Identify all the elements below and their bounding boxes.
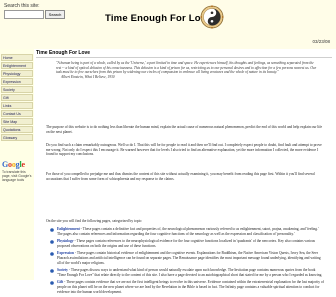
paragraph-claim: Do you find such a claim remarkably outr… — [46, 143, 322, 157]
sidebar-item-gift[interactable]: Gift — [1, 94, 33, 101]
sidebar-item-quotations[interactable]: Quotations — [1, 126, 33, 133]
google-logo[interactable]: Google — [2, 160, 25, 169]
topic-link-society[interactable]: Society — [57, 268, 68, 272]
last-updated-date: 03/23/08 — [312, 39, 330, 44]
topic-list: Enlightenment - These pages contain a de… — [50, 227, 324, 297]
site-title: Time Enough For Love — [105, 13, 212, 24]
einstein-quote: "A human being is part of a whole, calle… — [56, 61, 318, 79]
google-translate-note[interactable]: To translate this page, visit Google's l… — [2, 170, 34, 182]
topic-desc-physiology: - These pages contain references to the … — [57, 239, 316, 248]
sidebar-item-links[interactable]: Links — [1, 102, 33, 109]
sidebar-item-enlightenment[interactable]: Enlightenment — [1, 62, 33, 69]
sidebar-item-contact[interactable]: Contact Us — [1, 110, 33, 117]
quote-attribution: Albert Einstein, What I Believe, 1930 — [61, 74, 115, 79]
bullet-icon — [50, 281, 54, 285]
page: Search this site: Search Time Enough For… — [0, 0, 336, 294]
search-label: Search this site: — [4, 3, 40, 9]
bullet-icon — [50, 239, 54, 244]
paragraph-prejudge: For those of you compelled to prejudge m… — [46, 172, 315, 181]
sidebar-item-physiology[interactable]: Physiology — [1, 70, 33, 77]
bullet-icon — [50, 227, 54, 232]
topic-link-physiology[interactable]: Physiology — [57, 239, 74, 243]
header-banner: Search this site: Search Time Enough For… — [0, 0, 336, 49]
topic-expression: Expression - These pages contain histori… — [50, 251, 324, 265]
sidebar-item-home[interactable]: Home — [1, 54, 33, 61]
topic-link-enlightenment[interactable]: Enlightenment — [57, 227, 80, 231]
quote-text: "A human being is part of a whole, calle… — [56, 61, 317, 75]
sidebar-item-expression[interactable]: Expression — [1, 78, 33, 85]
yin-yang-emblem-icon — [200, 5, 224, 29]
bullet-icon — [50, 252, 54, 256]
topic-gift: Gift - These pages contain evidence that… — [50, 280, 324, 294]
sidebar: Home Enlightenment Physiology Expression… — [0, 49, 34, 280]
sidebar-item-sitemap[interactable]: Site Map — [1, 118, 33, 125]
topic-desc-society: - These pages discuss ways to understand… — [57, 268, 323, 277]
topic-physiology: Physiology - These pages contain referen… — [50, 239, 324, 248]
sidebar-item-glossary[interactable]: Glossary — [1, 134, 33, 141]
topic-enlightenment: Enlightenment - These pages contain a de… — [50, 227, 324, 236]
search-input[interactable] — [4, 10, 44, 19]
page-heading-text: Time Enough For Love — [36, 50, 91, 56]
sidebar-item-society[interactable]: Society — [1, 86, 33, 93]
topics-intro: On the site you will find the following … — [46, 219, 143, 223]
heading-divider — [36, 57, 332, 58]
topic-link-expression[interactable]: Expression — [57, 251, 74, 255]
topic-society: Society - These pages discuss ways to un… — [50, 268, 324, 277]
topic-desc-gift: - These pages contain evidence that we a… — [57, 280, 324, 294]
paragraph-purpose: The purpose of this website is to do not… — [46, 125, 323, 134]
page-heading: Time Enough For Love — [36, 50, 90, 56]
topic-desc-expression: - These pages contain historical evidenc… — [57, 251, 321, 265]
search-button[interactable]: Search — [45, 10, 65, 19]
topic-desc-enlightenment: - These pages contain a definitive fact … — [57, 227, 319, 236]
topic-link-gift[interactable]: Gift — [57, 280, 63, 284]
sidebar-nav: Home Enlightenment Physiology Expression… — [1, 54, 33, 142]
bullet-icon — [50, 268, 54, 273]
